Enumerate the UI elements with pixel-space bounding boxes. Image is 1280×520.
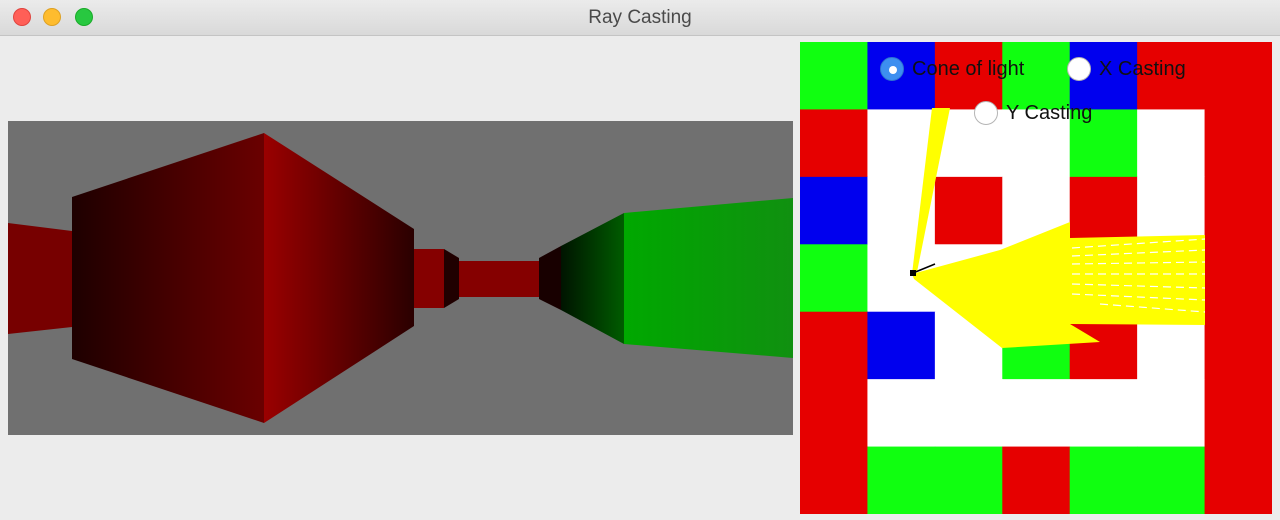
radio-button[interactable] [974, 101, 998, 125]
map-wall-cell [1002, 446, 1071, 514]
radio-label: Cone of light [912, 57, 1025, 80]
green-side-wall [561, 213, 624, 344]
far-left-wall [8, 223, 72, 334]
map-floor-cell [934, 379, 1003, 448]
map-wall-cell [800, 176, 868, 245]
map-wall-cell [934, 446, 1003, 514]
map-wall-cell [1204, 42, 1272, 110]
map-wall-cell [1204, 109, 1272, 178]
corridor-wall-2 [444, 249, 459, 308]
map-floor-cell [1137, 176, 1206, 245]
corridor-wall-1 [414, 249, 444, 308]
map-floor-cell [1137, 109, 1206, 178]
radio-button[interactable] [1067, 57, 1091, 81]
map-wall-cell [934, 176, 1003, 245]
green-wall [624, 198, 793, 358]
map-wall-cell [1204, 446, 1272, 514]
map-wall-cell [1204, 311, 1272, 380]
map-wall-cell [800, 109, 868, 178]
title-bar: Ray Casting [0, 0, 1280, 36]
map-wall-cell [1204, 379, 1272, 448]
radio-y-casting[interactable]: Y Casting [974, 101, 1092, 125]
map-wall-cell [1069, 446, 1138, 514]
window-title: Ray Casting [588, 7, 692, 28]
map-wall-cell [800, 42, 868, 110]
map-floor-cell [1137, 379, 1206, 448]
map-wall-cell [1069, 176, 1138, 245]
3d-scene [8, 133, 793, 423]
corridor-wall-3 [539, 246, 561, 310]
3d-view-canvas [8, 121, 793, 435]
map-wall-cell [800, 379, 868, 448]
radio-button[interactable] [880, 57, 904, 81]
map-wall-cell [867, 311, 936, 380]
map-floor-cell [1002, 379, 1071, 448]
map-floor-cell [867, 379, 936, 448]
map-wall-cell [867, 446, 936, 514]
app-window: Ray Casting Cone of light X Casting Y Ca… [0, 0, 1280, 520]
map-wall-cell [800, 311, 868, 380]
map-wall-cell [800, 244, 868, 313]
radio-label: X Casting [1099, 57, 1186, 80]
radio-x-casting[interactable]: X Casting [1067, 57, 1186, 81]
radio-label: Y Casting [1006, 101, 1093, 124]
radio-cone-of-light[interactable]: Cone of light [880, 57, 1024, 81]
corridor-end-wall [459, 261, 539, 297]
map-wall-cell [1204, 176, 1272, 245]
top-down-map: Cone of light X Casting Y Casting [800, 42, 1272, 514]
map-wall-cell [1137, 446, 1206, 514]
pillar-front-face [264, 133, 414, 423]
map-floor-cell [1069, 379, 1138, 448]
map-wall-cell [800, 446, 868, 514]
pillar-left-face [72, 133, 264, 423]
map-wall-cell [1204, 244, 1272, 313]
